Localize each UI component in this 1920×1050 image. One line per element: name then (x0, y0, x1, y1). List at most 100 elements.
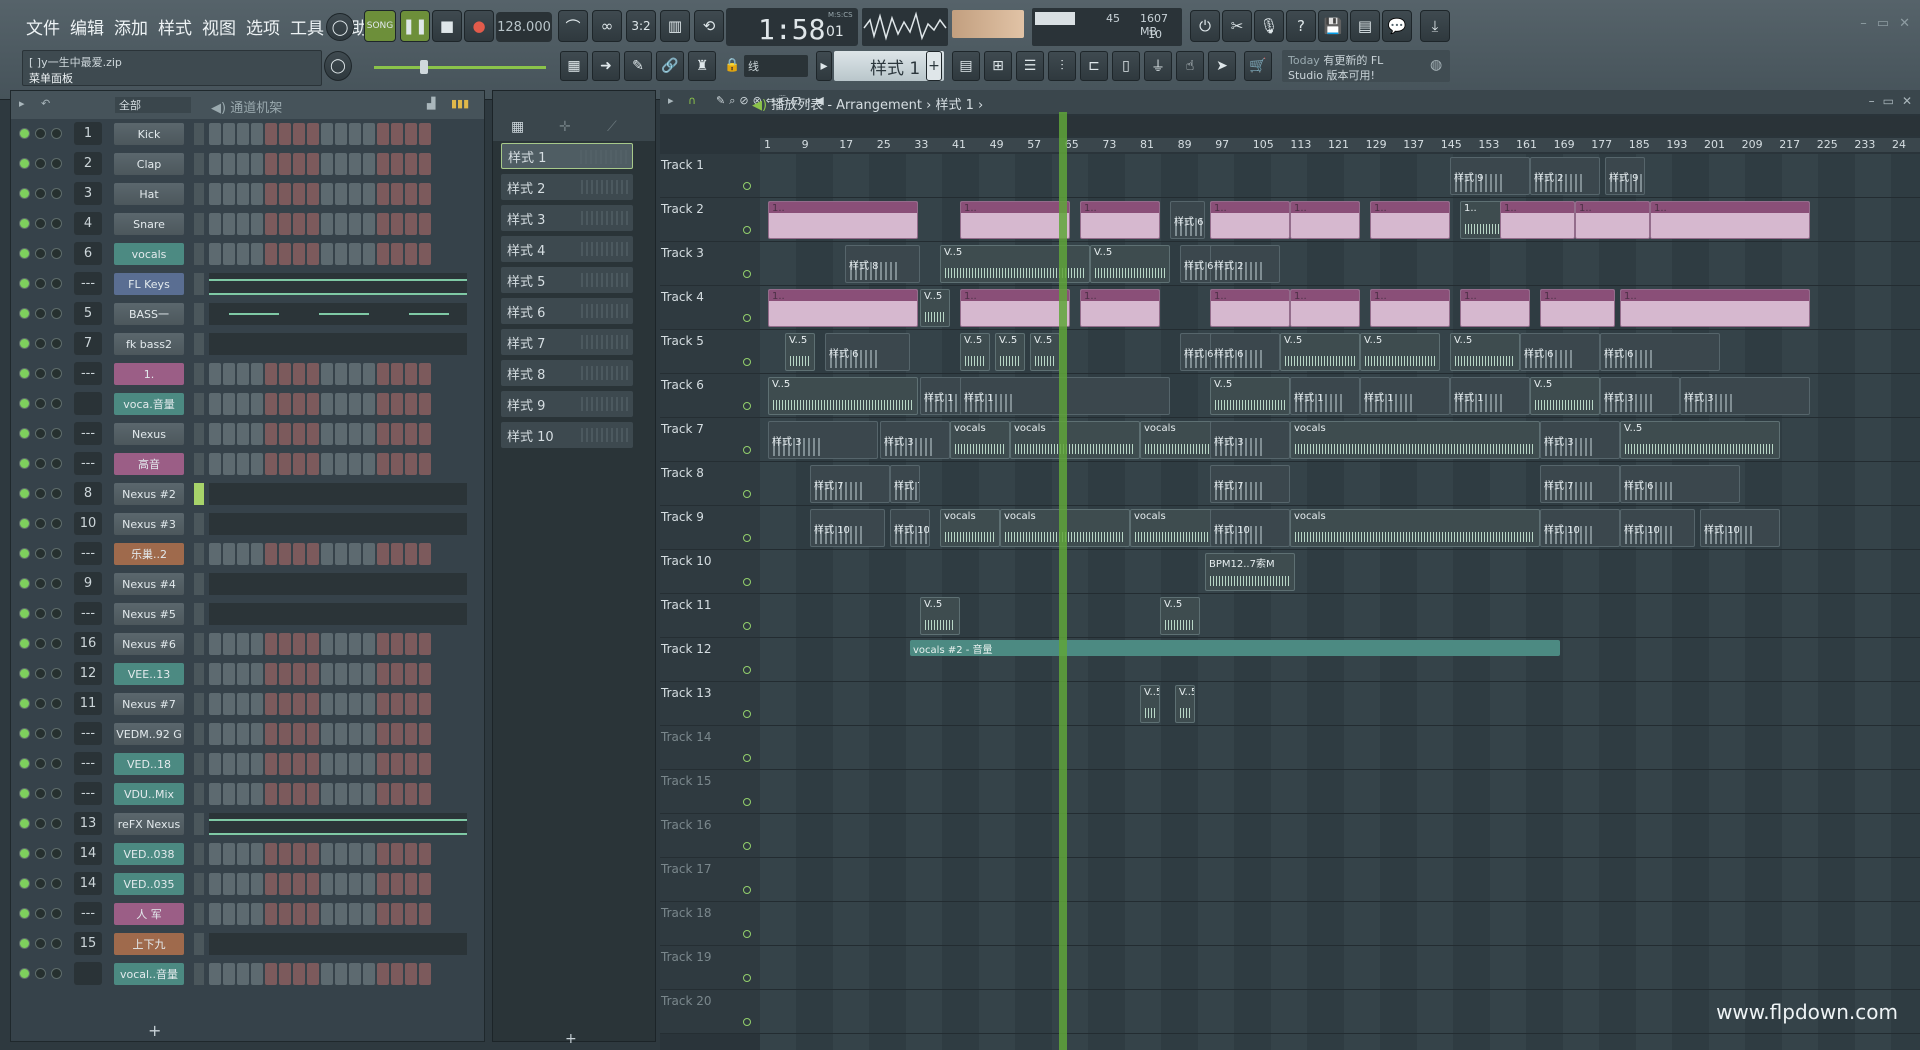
step-sequencer[interactable] (209, 873, 431, 895)
channel-select-pad[interactable] (194, 573, 204, 595)
step-button[interactable] (377, 393, 389, 415)
playlist-clip[interactable]: V..5 (1530, 377, 1600, 415)
playlist-clip[interactable]: V..5 (920, 597, 960, 635)
playlist-clip[interactable]: 样式 7 (1210, 465, 1290, 503)
step-button[interactable] (349, 693, 361, 715)
step-button[interactable] (223, 753, 235, 775)
playlist-clip[interactable]: 样式 10 (1540, 509, 1620, 547)
steps-icon[interactable]: ▮▮▮ (451, 97, 469, 110)
playlist-clip[interactable]: 样式 10 (1210, 509, 1290, 547)
step-button[interactable] (377, 453, 389, 475)
mute-led-icon[interactable] (19, 188, 30, 199)
step-button[interactable] (209, 213, 221, 235)
mute-led-icon[interactable] (19, 548, 30, 559)
channel-name-button[interactable]: Hat (114, 183, 184, 205)
step-button[interactable] (405, 963, 417, 985)
step-button[interactable] (279, 723, 291, 745)
step-button[interactable] (237, 843, 249, 865)
volume-knob-icon[interactable] (51, 728, 62, 739)
step-sequencer[interactable] (209, 393, 431, 415)
step-button[interactable] (223, 843, 235, 865)
track-enable-icon[interactable] (743, 1018, 751, 1026)
picker-pattern-icon[interactable]: ▦ (511, 119, 524, 135)
step-button[interactable] (391, 693, 403, 715)
mute-led-icon[interactable] (19, 398, 30, 409)
playlist-clip[interactable]: V..5 (785, 333, 815, 371)
playlist-clip[interactable]: V..5 (1030, 333, 1060, 371)
step-button[interactable] (349, 633, 361, 655)
step-button[interactable] (321, 693, 333, 715)
volume-knob-icon[interactable] (51, 908, 62, 919)
step-button[interactable] (237, 123, 249, 145)
mute-led-icon[interactable] (19, 218, 30, 229)
picker-automation-icon[interactable]: ⟋ (607, 119, 617, 135)
channel-mixer-track[interactable]: --- (74, 782, 102, 805)
channel-row[interactable]: 9 Nexus #4 (11, 569, 486, 599)
step-sequencer[interactable] (209, 723, 431, 745)
channel-mixer-track[interactable]: 3 (74, 182, 102, 205)
mute-led-icon[interactable] (19, 458, 30, 469)
step-button[interactable] (307, 153, 319, 175)
mute-led-icon[interactable] (19, 848, 30, 859)
channel-mixer-track[interactable]: 1 (74, 122, 102, 145)
channel-select-pad[interactable] (194, 153, 204, 175)
pan-knob-icon[interactable] (35, 638, 46, 649)
channel-row[interactable]: 14 VED..038 (11, 839, 486, 869)
pan-knob-icon[interactable] (35, 158, 46, 169)
channel-row[interactable]: --- VDU..Mix (11, 779, 486, 809)
step-button[interactable] (279, 693, 291, 715)
track-enable-icon[interactable] (743, 402, 751, 410)
step-button[interactable] (349, 723, 361, 745)
channel-name-button[interactable]: vocal..音量 (114, 963, 184, 985)
pan-knob-icon[interactable] (35, 278, 46, 289)
volume-knob-icon[interactable] (51, 698, 62, 709)
playlist-clip[interactable]: 1.. (1370, 201, 1450, 239)
step-button[interactable] (405, 453, 417, 475)
step-button[interactable] (321, 453, 333, 475)
step-button[interactable] (251, 783, 263, 805)
step-button[interactable] (405, 543, 417, 565)
step-button[interactable] (349, 753, 361, 775)
channel-select-pad[interactable] (194, 483, 204, 505)
mini-piano-roll[interactable] (209, 273, 467, 295)
step-button[interactable] (405, 183, 417, 205)
step-button[interactable] (293, 363, 305, 385)
step-button[interactable] (251, 663, 263, 685)
volume-knob-icon[interactable] (51, 638, 62, 649)
playlist-clip[interactable]: 1.. (768, 289, 918, 327)
step-button[interactable] (251, 873, 263, 895)
playlist-menu-icon[interactable]: ▸ (668, 94, 674, 107)
track-enable-icon[interactable] (743, 446, 751, 454)
step-button[interactable] (237, 663, 249, 685)
channel-select-pad[interactable] (194, 513, 204, 535)
channel-name-button[interactable]: VED..038 (114, 843, 184, 865)
step-edit-icon[interactable]: ▥ (660, 10, 690, 42)
step-button[interactable] (363, 363, 375, 385)
playlist-clip[interactable]: 样式 7 (1540, 465, 1620, 503)
volume-knob-icon[interactable] (51, 758, 62, 769)
step-button[interactable] (321, 663, 333, 685)
step-sequencer[interactable] (209, 843, 431, 865)
channel-select-pad[interactable] (194, 303, 204, 325)
step-button[interactable] (307, 693, 319, 715)
channel-row[interactable]: 7 fk bass2 (11, 329, 486, 359)
touch-icon[interactable]: ☝ (1176, 51, 1204, 81)
step-button[interactable] (209, 363, 221, 385)
step-button[interactable] (279, 663, 291, 685)
mute-led-icon[interactable] (19, 638, 30, 649)
pan-knob-icon[interactable] (35, 188, 46, 199)
menu-view[interactable]: 视图 (200, 14, 238, 39)
step-button[interactable] (293, 243, 305, 265)
volume-knob-icon[interactable] (51, 338, 62, 349)
step-button[interactable] (391, 393, 403, 415)
channel-row[interactable]: 16 Nexus #6 (11, 629, 486, 659)
playlist-clip[interactable]: BPM12..7索M (1205, 553, 1295, 591)
channel-mixer-track[interactable]: 11 (74, 692, 102, 715)
volume-knob-icon[interactable] (51, 578, 62, 589)
step-button[interactable] (349, 393, 361, 415)
pan-knob-icon[interactable] (35, 938, 46, 949)
playlist-clip[interactable]: 样式 6 (1170, 201, 1205, 239)
step-button[interactable] (251, 363, 263, 385)
step-button[interactable] (391, 123, 403, 145)
step-button[interactable] (321, 723, 333, 745)
